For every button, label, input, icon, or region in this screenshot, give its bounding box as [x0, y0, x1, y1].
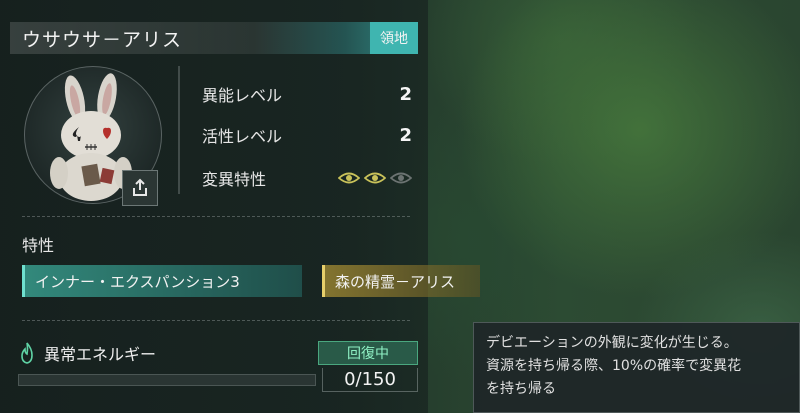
character-name: ウサウサ－アリス: [22, 28, 183, 51]
recovering-status-label: 回復中: [347, 346, 389, 362]
share-icon: [133, 178, 147, 196]
eye-icon: [390, 172, 412, 184]
trait-label: インナー・エクスパンション3: [35, 272, 240, 291]
ability-level-row: 異能レベル 2: [202, 80, 412, 108]
energy-count: 0/150: [322, 368, 418, 392]
trait-tooltip: デビエーションの外観に変化が生じる。 資源を持ち帰る際、10%の確率で変異花 を…: [473, 322, 800, 413]
tooltip-line: 資源を持ち帰る際、10%の確率で変異花: [486, 358, 742, 374]
ability-level-label: 異能レベル: [202, 86, 283, 105]
energy-progress-bar: [18, 374, 316, 386]
title-bar: ウサウサ－アリス 領地: [10, 22, 418, 54]
section-divider: [22, 320, 410, 321]
deviation-info-panel: ウサウサ－アリス 領地 異能レベル 2 活性レベル 2 変異特性 特性 インナー…: [0, 0, 480, 413]
territory-tag: 領地: [370, 22, 418, 54]
trait-chip-forest-spirit[interactable]: 森の精霊－アリス: [322, 265, 480, 297]
tooltip-line: デビエーションの外観に変化が生じる。: [486, 335, 738, 351]
trait-label: 森の精霊－アリス: [335, 272, 456, 291]
mutation-trait-label: 変異特性: [202, 170, 267, 189]
trait-chip-inner-expansion[interactable]: インナー・エクスパンション3: [22, 265, 302, 297]
section-divider: [22, 216, 410, 217]
activity-level-label: 活性レベル: [202, 127, 283, 146]
mutation-eyes: [338, 171, 412, 185]
recovering-status-button[interactable]: 回復中: [318, 341, 418, 365]
mutation-trait-row: 変異特性: [202, 164, 412, 192]
energy-row: 異常エネルギー 回復中: [14, 339, 418, 367]
abnormal-energy-label: 異常エネルギー: [44, 345, 157, 364]
activity-level-row: 活性レベル 2: [202, 121, 412, 149]
eye-icon: [364, 172, 386, 184]
vertical-divider: [178, 66, 180, 194]
activity-level-value: 2: [399, 124, 412, 146]
tooltip-line: を持ち帰る: [486, 381, 556, 397]
share-button[interactable]: [122, 170, 158, 206]
eye-icon: [338, 172, 360, 184]
flame-icon: [21, 342, 33, 364]
traits-heading: 特性: [22, 236, 55, 255]
ability-level-value: 2: [399, 83, 412, 105]
